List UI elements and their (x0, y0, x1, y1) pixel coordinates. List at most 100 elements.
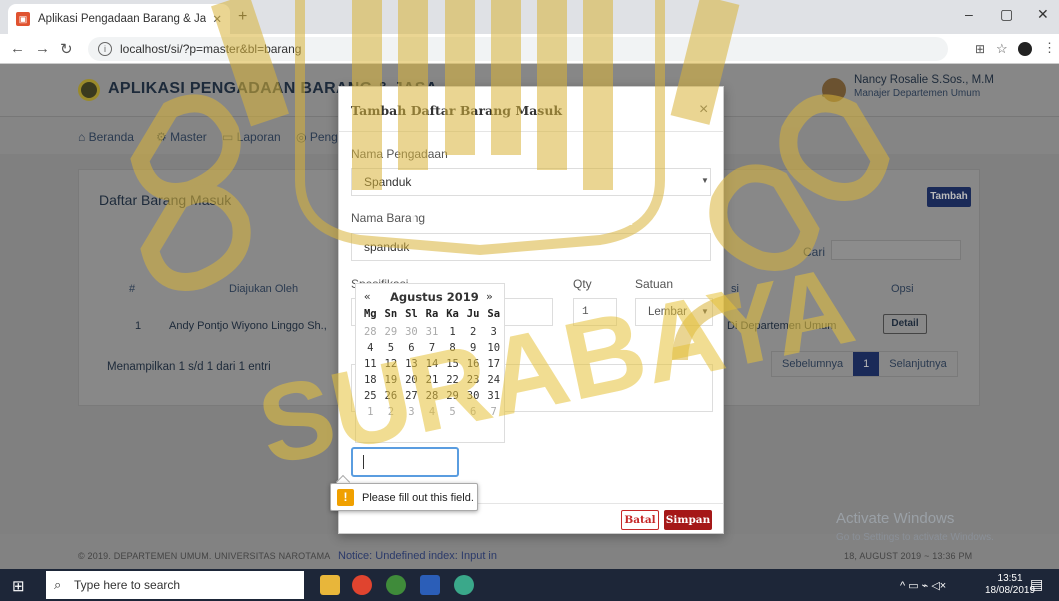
date-cell[interactable]: 5 (381, 342, 402, 354)
detail-button[interactable]: Detail (883, 314, 927, 334)
date-cell[interactable]: 7 (422, 342, 443, 354)
barang-input[interactable]: spanduk (351, 233, 711, 261)
profile-icon[interactable] (1018, 42, 1032, 56)
date-cell[interactable]: 11 (360, 358, 381, 370)
windows-start-icon[interactable]: ⊞ (12, 577, 25, 595)
page-1-button[interactable]: 1 (853, 352, 880, 376)
table-header-opsi[interactable]: Opsi (891, 283, 914, 295)
table-header-dept[interactable]: si (731, 283, 739, 295)
date-cell[interactable]: 29 (442, 390, 463, 402)
file-explorer-icon[interactable] (320, 575, 340, 595)
cancel-button[interactable]: Batal (621, 510, 659, 530)
browser-nav-bar: ← → ↻ i localhost/si/?p=master&bl=barang… (0, 34, 1059, 64)
word-icon[interactable] (420, 575, 440, 595)
prev-month-button[interactable]: « (364, 290, 371, 303)
browser-tab[interactable]: ▣ Aplikasi Pengadaan Barang & Ja ✕ (8, 4, 230, 34)
menu-item-laporan[interactable]: ▭ Laporan (222, 130, 281, 144)
search-input[interactable] (831, 240, 961, 260)
save-button[interactable]: Simpan (664, 510, 712, 530)
date-cell[interactable]: 22 (442, 374, 463, 386)
label-satuan: Satuan (635, 277, 674, 291)
close-icon[interactable]: × (699, 101, 708, 119)
date-cell[interactable]: 7 (483, 406, 504, 418)
bookmark-star-icon[interactable]: ☆ (996, 41, 1008, 57)
system-tray[interactable]: ^ ▭ ⌁ ◁× (900, 579, 946, 592)
date-cell[interactable]: 19 (381, 374, 402, 386)
clock[interactable]: 13:51 18/08/2019 (985, 573, 1035, 597)
date-cell[interactable]: 6 (401, 342, 422, 354)
date-cell[interactable]: 6 (463, 406, 484, 418)
date-cell[interactable]: 18 (360, 374, 381, 386)
next-page-button[interactable]: Selanjutnya (879, 352, 957, 376)
date-cell[interactable]: 3 (401, 406, 422, 418)
app-icon[interactable] (454, 575, 474, 595)
add-button[interactable]: Tambah (927, 187, 971, 207)
table-header-diajukan[interactable]: Diajukan Oleh (229, 283, 298, 295)
date-cell[interactable]: 21 (422, 374, 443, 386)
menu-item-beranda[interactable]: ⌂ Beranda (78, 130, 134, 144)
pengadaan-select[interactable]: Spanduk (351, 168, 711, 196)
date-cell[interactable]: 17 (483, 358, 504, 370)
date-cell[interactable]: 30 (463, 390, 484, 402)
menu-item-pengadaan[interactable]: ◎ Peng (296, 130, 338, 144)
date-cell[interactable]: 28 (422, 390, 443, 402)
date-cell[interactable]: 20 (401, 374, 422, 386)
date-cell[interactable]: 28 (360, 326, 381, 338)
date-cell[interactable]: 10 (483, 342, 504, 354)
date-input[interactable] (351, 447, 459, 477)
date-cell[interactable]: 24 (483, 374, 504, 386)
info-icon[interactable]: i (98, 42, 112, 56)
address-bar[interactable]: i localhost/si/?p=master&bl=barang (88, 37, 948, 61)
date-cell[interactable]: 13 (401, 358, 422, 370)
date-cell[interactable]: 27 (401, 390, 422, 402)
menu-item-master[interactable]: ⚙ Master (156, 130, 207, 144)
new-tab-button[interactable]: + (238, 8, 247, 26)
date-cell[interactable]: 31 (483, 390, 504, 402)
hotspot-icon[interactable] (386, 575, 406, 595)
forward-icon[interactable]: → (35, 40, 50, 57)
date-cell[interactable]: 12 (381, 358, 402, 370)
date-cell[interactable]: 30 (401, 326, 422, 338)
date-cell[interactable]: 31 (422, 326, 443, 338)
row-number: 1 (135, 320, 142, 332)
taskbar-search[interactable]: Type here to search (46, 571, 304, 599)
reload-icon[interactable]: ↻ (60, 40, 73, 58)
datepicker-month[interactable]: Agustus 2019 (390, 290, 479, 304)
date-cell[interactable]: 4 (360, 342, 381, 354)
next-month-button[interactable]: » (486, 290, 493, 303)
label-pengadaan: Nama Pengadaan (351, 147, 448, 161)
date-cell[interactable]: 26 (381, 390, 402, 402)
date-cell[interactable]: 3 (483, 326, 504, 338)
date-cell[interactable]: 25 (360, 390, 381, 402)
qty-input[interactable]: 1 (573, 298, 617, 326)
menu-kebab-icon[interactable]: ⋮ (1043, 40, 1056, 56)
text-caret (363, 455, 364, 469)
date-cell[interactable]: 8 (442, 342, 463, 354)
date-cell[interactable]: 1 (360, 406, 381, 418)
date-cell[interactable]: 4 (422, 406, 443, 418)
translate-icon[interactable]: ⊞ (975, 42, 985, 56)
date-cell[interactable]: 14 (422, 358, 443, 370)
date-cell[interactable]: 2 (463, 326, 484, 338)
back-icon[interactable]: ← (10, 40, 25, 57)
url-text: localhost/si/?p=master&bl=barang (120, 42, 302, 56)
date-cell[interactable]: 9 (463, 342, 484, 354)
maximize-button[interactable]: ▢ (1000, 6, 1013, 23)
date-cell[interactable]: 23 (463, 374, 484, 386)
avatar[interactable] (822, 78, 846, 102)
date-cell[interactable]: 16 (463, 358, 484, 370)
chrome-icon[interactable] (352, 575, 372, 595)
date-cell[interactable]: 29 (381, 326, 402, 338)
notification-icon[interactable]: ▤ (1030, 576, 1043, 593)
logo-icon (78, 79, 100, 101)
date-cell[interactable]: 5 (442, 406, 463, 418)
minimize-button[interactable]: – (965, 6, 973, 22)
chevron-down-icon: ▼ (701, 176, 709, 185)
date-cell[interactable]: 15 (442, 358, 463, 370)
table-header-no[interactable]: # (129, 283, 135, 295)
close-window-button[interactable]: ✕ (1037, 6, 1049, 23)
close-tab-icon[interactable]: ✕ (212, 12, 222, 26)
prev-page-button[interactable]: Sebelumnya (772, 352, 853, 376)
date-cell[interactable]: 1 (442, 326, 463, 338)
date-cell[interactable]: 2 (381, 406, 402, 418)
